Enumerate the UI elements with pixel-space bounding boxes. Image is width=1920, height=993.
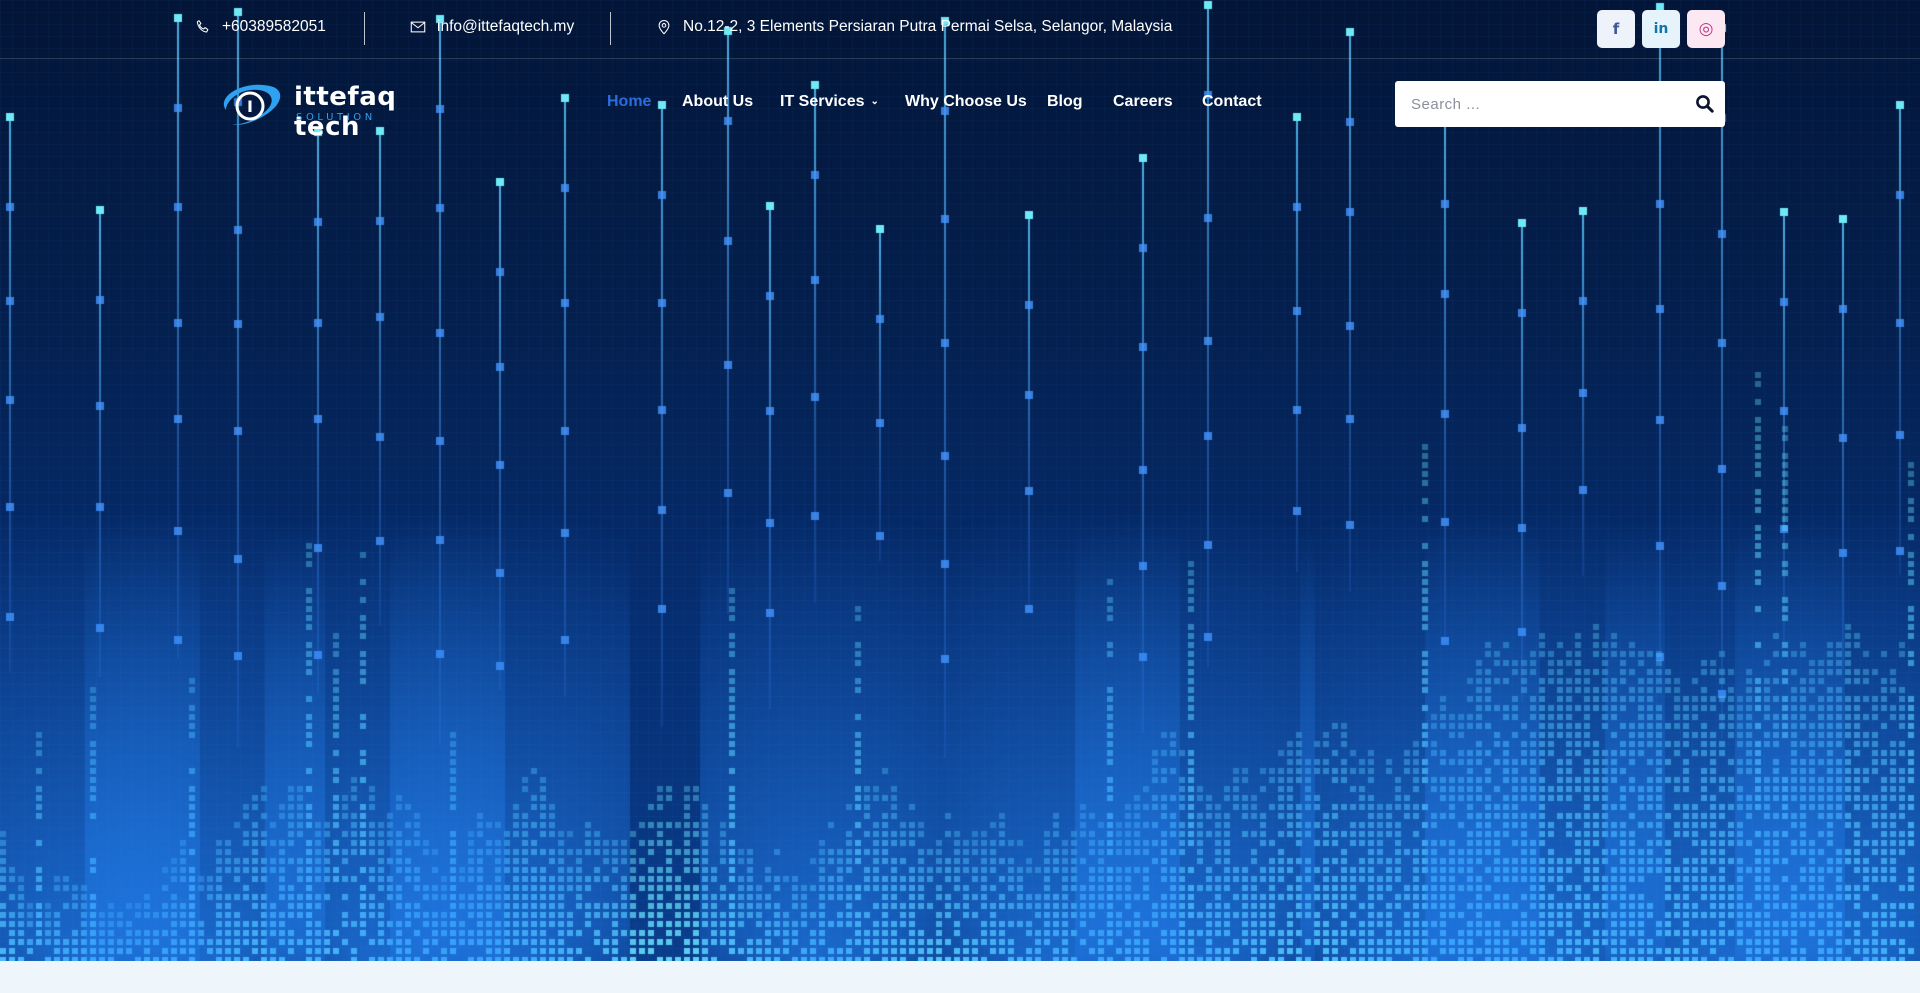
hero-section: +60389582051 info@ittefaqtech.my No.12-2… bbox=[0, 0, 1920, 961]
nav-item-label: Careers bbox=[1113, 93, 1173, 110]
nav-item-it-services[interactable]: IT Services ⌄ bbox=[780, 93, 879, 111]
phone-icon bbox=[196, 20, 209, 33]
phone-contact[interactable]: +60389582051 bbox=[194, 18, 326, 36]
nav-item-blog[interactable]: Blog bbox=[1047, 93, 1083, 111]
digital-city-background bbox=[0, 0, 1920, 961]
nav-item-label: Home bbox=[607, 93, 652, 110]
nav-item-about-us[interactable]: About Us bbox=[682, 93, 753, 111]
facebook-button[interactable]: f bbox=[1597, 10, 1635, 48]
email-address: info@ittefaqtech.my bbox=[437, 18, 575, 35]
nav-item-label: Blog bbox=[1047, 93, 1083, 110]
nav-item-label: Contact bbox=[1202, 93, 1262, 110]
top-contact-bar: +60389582051 info@ittefaqtech.my No.12-2… bbox=[0, 0, 1920, 59]
map-pin-icon bbox=[658, 20, 670, 35]
nav-item-label: Why Choose Us bbox=[905, 93, 1027, 110]
instagram-button[interactable]: ◎ bbox=[1687, 10, 1725, 48]
linkedin-icon: in bbox=[1653, 21, 1669, 37]
nav-item-label: IT Services bbox=[780, 93, 865, 110]
page-bottom-strip bbox=[0, 961, 1920, 993]
address-contact: No.12-2, 3 Elements Persiaran Putra Perm… bbox=[655, 18, 1172, 36]
nav-item-careers[interactable]: Careers bbox=[1113, 93, 1173, 111]
search-icon[interactable] bbox=[1695, 94, 1715, 114]
search-box bbox=[1395, 81, 1725, 127]
logo-subtitle: SOLUTION bbox=[296, 112, 376, 123]
nav-item-label: About Us bbox=[682, 93, 754, 110]
search-input[interactable] bbox=[1395, 81, 1675, 127]
divider bbox=[364, 12, 365, 45]
nav-item-why-choose-us[interactable]: Why Choose Us bbox=[905, 93, 1027, 111]
nav-item-home[interactable]: Home bbox=[607, 93, 651, 111]
instagram-icon: ◎ bbox=[1698, 19, 1714, 39]
divider bbox=[610, 12, 611, 45]
envelope-icon bbox=[410, 21, 426, 33]
linkedin-button[interactable]: in bbox=[1642, 10, 1680, 48]
site-logo[interactable]: I ittefaq tech SOLUTION bbox=[214, 76, 454, 142]
chevron-down-icon: ⌄ bbox=[870, 96, 879, 107]
nav-item-contact[interactable]: Contact bbox=[1202, 93, 1262, 111]
facebook-icon: f bbox=[1612, 20, 1620, 38]
logo-mark-icon: I bbox=[223, 84, 281, 125]
phone-number: +60389582051 bbox=[222, 18, 326, 35]
email-contact[interactable]: info@ittefaqtech.my bbox=[409, 18, 574, 36]
address-text: No.12-2, 3 Elements Persiaran Putra Perm… bbox=[683, 18, 1173, 35]
svg-text:I: I bbox=[247, 97, 253, 116]
